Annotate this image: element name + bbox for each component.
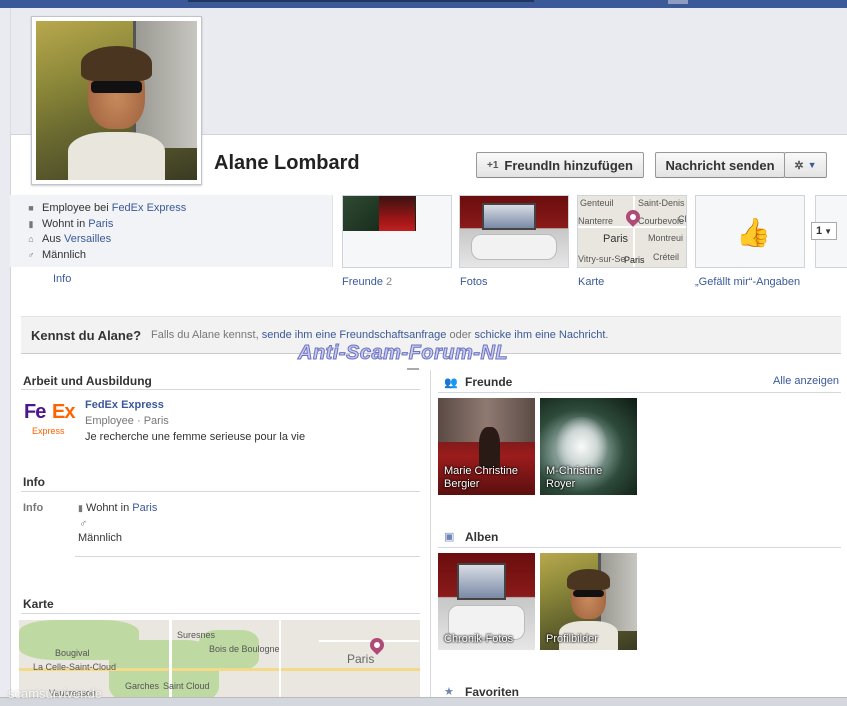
info-section-title: Info: [23, 475, 45, 489]
job-description: Je recherche une femme serieuse pour la …: [85, 431, 306, 443]
caret-down-icon: ▼: [807, 160, 817, 170]
friend-thumbnail: [379, 196, 415, 231]
add-friend-button[interactable]: +1 FreundIn hinzufügen: [476, 152, 644, 178]
nav-icon[interactable]: [668, 0, 688, 4]
albums-section-title: Alben: [465, 530, 499, 544]
male-icon: ♂: [27, 250, 35, 260]
city-icon: ▮: [28, 218, 34, 229]
know-title: Kennst du Alane?: [31, 327, 142, 343]
album-card[interactable]: Profilbilder: [540, 553, 637, 650]
info-link[interactable]: Info: [53, 273, 71, 285]
profile-photo: [36, 21, 197, 180]
send-message-label: Nachricht senden: [665, 157, 775, 173]
friend-request-link[interactable]: sende ihm eine Freundschaftsanfrage: [262, 329, 447, 341]
company-link[interactable]: FedEx Express: [85, 399, 164, 411]
add-friend-label: FreundIn hinzufügen: [504, 157, 633, 173]
home-icon: ⌂: [28, 234, 34, 244]
friends-section-title: Freunde: [465, 375, 513, 389]
map-section-title: Karte: [23, 597, 54, 611]
male-icon: ♂: [79, 518, 88, 530]
work-section-title: Arbeit und Ausbildung: [23, 374, 152, 388]
collapse-icon[interactable]: [407, 368, 419, 370]
watermark: Anti-Scam-Forum-NL: [297, 342, 509, 365]
profile-name[interactable]: Alane Lombard: [214, 152, 360, 175]
album-icon: ▣: [444, 531, 455, 543]
thumbs-up-icon: 👍: [736, 217, 771, 248]
employer-link[interactable]: FedEx Express: [112, 202, 187, 214]
job-meta: Employee · Paris: [85, 415, 169, 427]
likes-tile[interactable]: 👍: [695, 195, 805, 268]
divider: [21, 491, 420, 492]
divider: [21, 389, 420, 390]
album-name[interactable]: Chronik-Fotos: [444, 633, 531, 646]
search-input[interactable]: [188, 0, 534, 2]
divider: [21, 613, 420, 614]
gender-line: ♂ Männlich: [27, 249, 87, 261]
map-tile[interactable]: Genteuil Saint-Denis Nanterre Courbevoie…: [577, 195, 687, 268]
album-name[interactable]: Profilbilder: [546, 633, 633, 646]
friends-icon: 👥: [444, 377, 458, 389]
hometown-link[interactable]: Versailles: [64, 233, 111, 245]
profile-picture[interactable]: [31, 16, 202, 185]
settings-dropdown-button[interactable]: ✲ ▼: [784, 152, 827, 178]
lives-line: ▮ Wohnt in Paris: [26, 218, 114, 230]
send-message-button[interactable]: Nachricht senden: [655, 152, 785, 178]
friend-card[interactable]: Marie Christine Bergier: [438, 398, 535, 495]
briefcase-icon: ■: [28, 203, 34, 213]
more-apps-dropdown[interactable]: 1 ▼: [811, 222, 837, 240]
album-card[interactable]: Chronik-Fotos: [438, 553, 535, 650]
friend-name[interactable]: Marie Christine Bergier: [444, 465, 531, 491]
divider: [438, 547, 841, 548]
info-lives-link[interactable]: Paris: [132, 502, 157, 514]
star-icon: ★: [444, 686, 454, 698]
bottom-bar: [0, 697, 847, 706]
likes-tile-label[interactable]: „Gefällt mir“-Angaben: [695, 276, 800, 288]
top-navigation-bar: [0, 0, 847, 8]
info-lives: ▮ Wohnt in Paris: [78, 502, 158, 514]
friend-name[interactable]: M-Christine Royer: [546, 465, 633, 491]
gear-icon: ✲: [794, 159, 804, 172]
map-tile-label[interactable]: Karte: [578, 276, 604, 288]
column-divider: [430, 370, 431, 706]
photos-tile[interactable]: [459, 195, 569, 268]
add-friend-icon: +1: [487, 159, 499, 171]
friends-count: 2: [386, 276, 393, 288]
employer-line: ■ Employee bei FedEx Express: [26, 202, 186, 214]
send-message-link[interactable]: schicke ihm eine Nachricht: [475, 329, 606, 341]
see-all-friends-link[interactable]: Alle anzeigen: [773, 375, 839, 387]
city-icon: ▮: [78, 503, 83, 513]
info-row-label: Info: [23, 502, 44, 514]
hometown-line: ⌂ Aus Versailles: [26, 233, 111, 245]
info-gender: Männlich: [78, 532, 123, 544]
friends-tile[interactable]: [342, 195, 452, 268]
photos-tile-label[interactable]: Fotos: [460, 276, 488, 288]
divider: [438, 392, 841, 393]
friends-tile-label[interactable]: Freunde 2: [342, 276, 392, 288]
map-thumbnail: Genteuil Saint-Denis Nanterre Courbevoie…: [578, 196, 686, 267]
fedex-logo[interactable]: Fe Ex Express: [24, 401, 75, 441]
bottom-watermark: scamsurvivor.de: [8, 686, 102, 701]
divider: [75, 556, 420, 557]
friend-card[interactable]: M-Christine Royer: [540, 398, 637, 495]
caret-down-icon: ▼: [824, 226, 833, 236]
photos-thumbnail: [460, 196, 568, 267]
lives-link[interactable]: Paris: [88, 218, 113, 230]
